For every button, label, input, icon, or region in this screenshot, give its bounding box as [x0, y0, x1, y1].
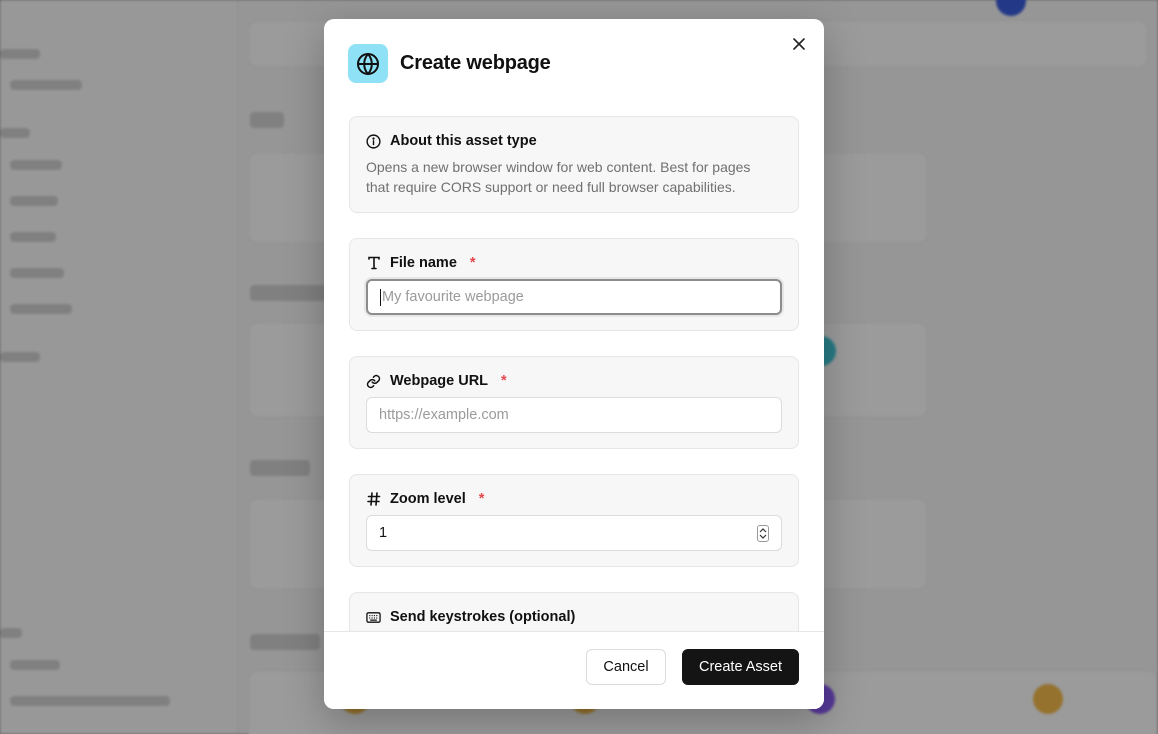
keystrokes-label-text: Send keystrokes (optional)	[390, 609, 576, 625]
required-asterisk: *	[469, 255, 476, 271]
file-name-input[interactable]: My favourite webpage	[366, 279, 782, 315]
link-icon	[366, 374, 381, 389]
about-heading-text: About this asset type	[390, 133, 537, 149]
required-asterisk: *	[501, 373, 507, 389]
info-icon	[366, 133, 381, 149]
file-name-placeholder: My favourite webpage	[382, 289, 524, 305]
webpage-url-label-text: Webpage URL	[390, 373, 489, 389]
chevron-up-icon[interactable]	[759, 528, 767, 533]
create-webpage-dialog: Create webpage About this asset type Ope…	[324, 19, 824, 709]
required-asterisk: *	[478, 491, 485, 507]
dialog-body[interactable]: About this asset type Opens a new browse…	[324, 116, 824, 631]
dialog-header: Create webpage	[348, 44, 551, 83]
about-asset-type-panel: About this asset type Opens a new browse…	[349, 116, 799, 213]
webpage-url-label: Webpage URL *	[366, 373, 507, 389]
zoom-level-label: Zoom level *	[366, 491, 484, 507]
zoom-level-input[interactable]: 1	[366, 515, 782, 551]
chevron-down-icon[interactable]	[759, 534, 767, 539]
file-name-label: File name *	[366, 255, 476, 271]
keyboard-icon	[366, 610, 381, 625]
text-icon	[366, 256, 381, 271]
dialog-footer: Cancel Create Asset	[324, 631, 824, 709]
create-asset-button[interactable]: Create Asset	[682, 649, 799, 685]
keystrokes-field-group: Send keystrokes (optional)	[349, 592, 799, 631]
zoom-level-label-text: Zoom level	[390, 491, 466, 507]
zoom-level-value: 1	[379, 525, 388, 541]
webpage-url-field-group: Webpage URL * https://example.com	[349, 356, 799, 449]
about-heading: About this asset type	[366, 133, 537, 149]
dialog-title: Create webpage	[400, 52, 551, 74]
webpage-url-placeholder: https://example.com	[379, 407, 509, 423]
webpage-url-input[interactable]: https://example.com	[366, 397, 782, 433]
about-description: Opens a new browser window for web conte…	[366, 159, 751, 195]
text-caret	[380, 288, 381, 306]
close-icon[interactable]	[791, 36, 807, 52]
globe-icon	[348, 44, 388, 83]
number-stepper[interactable]	[757, 525, 769, 542]
keystrokes-label: Send keystrokes (optional)	[366, 609, 575, 625]
cancel-button[interactable]: Cancel	[586, 649, 666, 685]
zoom-level-field-group: Zoom level * 1	[349, 474, 799, 567]
file-name-label-text: File name	[390, 255, 457, 271]
hash-icon	[366, 492, 381, 507]
file-name-field-group: File name * My favourite webpage	[349, 238, 799, 331]
